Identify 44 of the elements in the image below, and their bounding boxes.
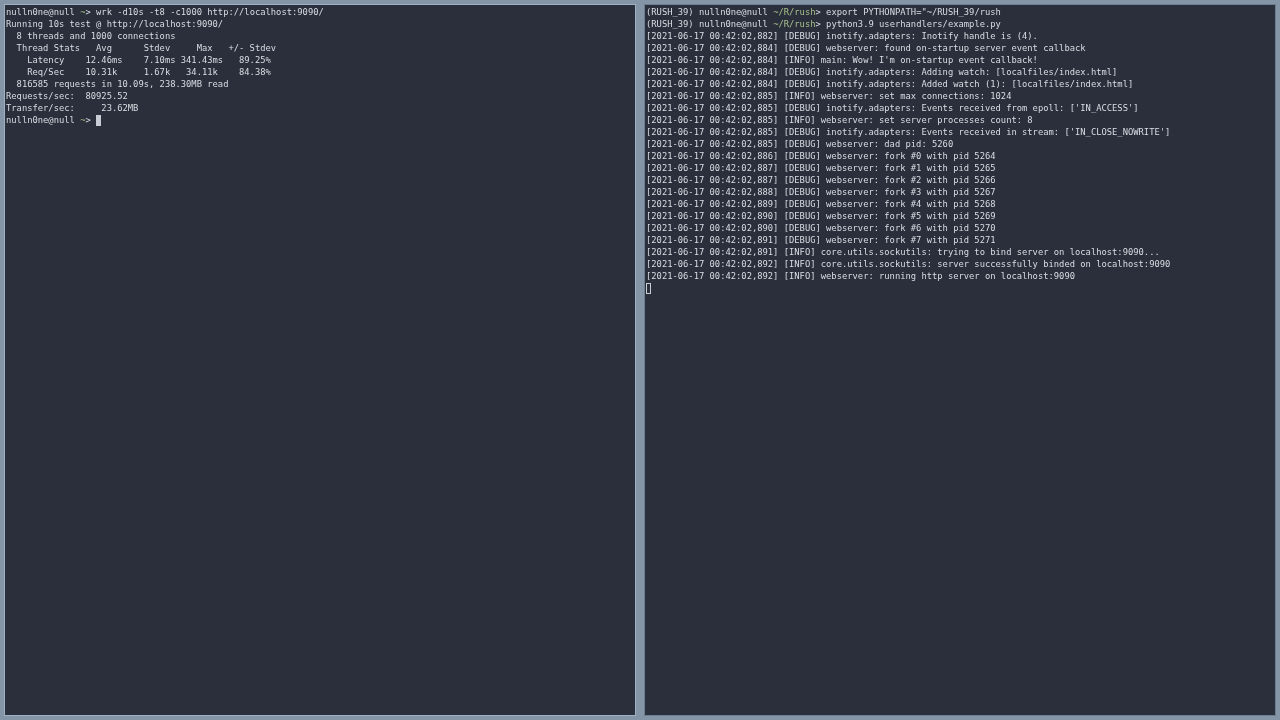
terminal-line: [2021-06-17 00:42:02,885] [DEBUG] inotify.adapters: Events received in stream: ['IN_CLOSE_NOWRITE'] — [646, 126, 1171, 138]
terminal-line: Transfer/sec: 23.62MB — [6, 102, 139, 114]
prompt-path: ~ — [80, 114, 86, 126]
terminal-line: [2021-06-17 00:42:02,884] [INFO] main: Wow! I'm on-startup event callback! — [646, 54, 1038, 66]
prompt-env: (RUSH_39) — [646, 6, 695, 18]
prompt-env: (RUSH_39) — [646, 18, 695, 30]
prompt-path: ~ — [80, 6, 86, 18]
terminal-line: Latency 12.46ms 7.10ms 341.43ms 89.25% — [26, 54, 271, 66]
terminal-line: [2021-06-17 00:42:02,886] [DEBUG] webserver: fork #0 with pid 5264 — [646, 150, 996, 162]
terminal-line: [2021-06-17 00:42:02,884] [DEBUG] inotify.adapters: Adding watch: [localfiles/index.html] — [646, 66, 1118, 78]
prompt-user: nulln0ne@null — [698, 18, 769, 30]
terminal-line: Running 10s test @ http://localhost:9090/ — [6, 18, 224, 30]
terminal-line: [2021-06-17 00:42:02,891] [INFO] core.utils.sockutils: trying to bind server on localhost:9090... — [646, 246, 1160, 258]
terminal-line: [2021-06-17 00:42:02,891] [DEBUG] webserver: fork #7 with pid 5271 — [646, 234, 996, 246]
prompt-user: nulln0ne@null — [698, 6, 769, 18]
terminal-line: [2021-06-17 00:42:02,892] [INFO] core.utils.sockutils: server successfully binded on localhost:9090 — [646, 258, 1171, 270]
terminal-line: [2021-06-17 00:42:02,890] [DEBUG] webserver: fork #5 with pid 5269 — [646, 210, 996, 222]
terminal-line: [2021-06-17 00:42:02,892] [INFO] webserver: running http server on localhost:9090 — [646, 270, 1075, 282]
prompt-path: ~/R/rush — [773, 18, 816, 30]
terminal-line: 8 threads and 1000 connections — [15, 30, 176, 42]
terminal-line: [2021-06-17 00:42:02,884] [DEBUG] webserver: found on-startup server event callback — [646, 42, 1086, 54]
terminal-line: [2021-06-17 00:42:02,885] [DEBUG] webserver: dad pid: 5260 — [646, 138, 954, 150]
terminal-line: 816585 requests in 10.09s, 238.30MB read — [15, 78, 229, 90]
command-text: > wrk -d10s -t8 -c1000 http://localhost:9090/ — [85, 6, 324, 18]
terminal-line: [2021-06-17 00:42:02,887] [DEBUG] webserver: fork #2 with pid 5266 — [646, 174, 996, 186]
prompt-user: nulln0ne@null — [6, 114, 76, 126]
prompt-user: nulln0ne@null — [6, 6, 76, 18]
terminal-line: [2021-06-17 00:42:02,887] [DEBUG] webserver: fork #1 with pid 5265 — [646, 162, 996, 174]
terminal-line: Req/Sec 10.31k 1.67k 34.11k 84.38% — [26, 66, 271, 78]
terminal-line: Requests/sec: 80925.52 — [6, 90, 128, 102]
command-text: > export PYTHONPATH="~/RUSH_39/rush — [815, 6, 1001, 18]
terminal-line: [2021-06-17 00:42:02,884] [DEBUG] inotify.adapters: Added watch (1): [localfiles/index.html] — [646, 78, 1134, 90]
prompt-path: ~/R/rush — [773, 6, 816, 18]
terminal-line: [2021-06-17 00:42:02,882] [DEBUG] inotify.adapters: Inotify handle is (4). — [646, 30, 1038, 42]
terminal-line: Thread Stats Avg Stdev Max +/- Stdev — [15, 42, 277, 54]
terminal-line: [2021-06-17 00:42:02,885] [DEBUG] inotify.adapters: Events received from epoll: ['IN_ACCESS'] — [646, 102, 1139, 114]
terminal-line: [2021-06-17 00:42:02,885] [INFO] webserver: set max connections: 1024 — [646, 90, 1012, 102]
command-text: > python3.9 userhandlers/example.py — [815, 18, 1001, 30]
terminal-line: [2021-06-17 00:42:02,889] [DEBUG] webserver: fork #4 with pid 5268 — [646, 198, 996, 210]
terminal-line: [2021-06-17 00:42:02,890] [DEBUG] webserver: fork #6 with pid 5270 — [646, 222, 996, 234]
terminal-line: [2021-06-17 00:42:02,888] [DEBUG] webserver: fork #3 with pid 5267 — [646, 186, 996, 198]
terminal-pane[interactable] — [644, 4, 1276, 716]
command-text: > — [85, 114, 92, 126]
terminal-line: [2021-06-17 00:42:02,885] [INFO] webserver: set server processes count: 8 — [646, 114, 1033, 126]
